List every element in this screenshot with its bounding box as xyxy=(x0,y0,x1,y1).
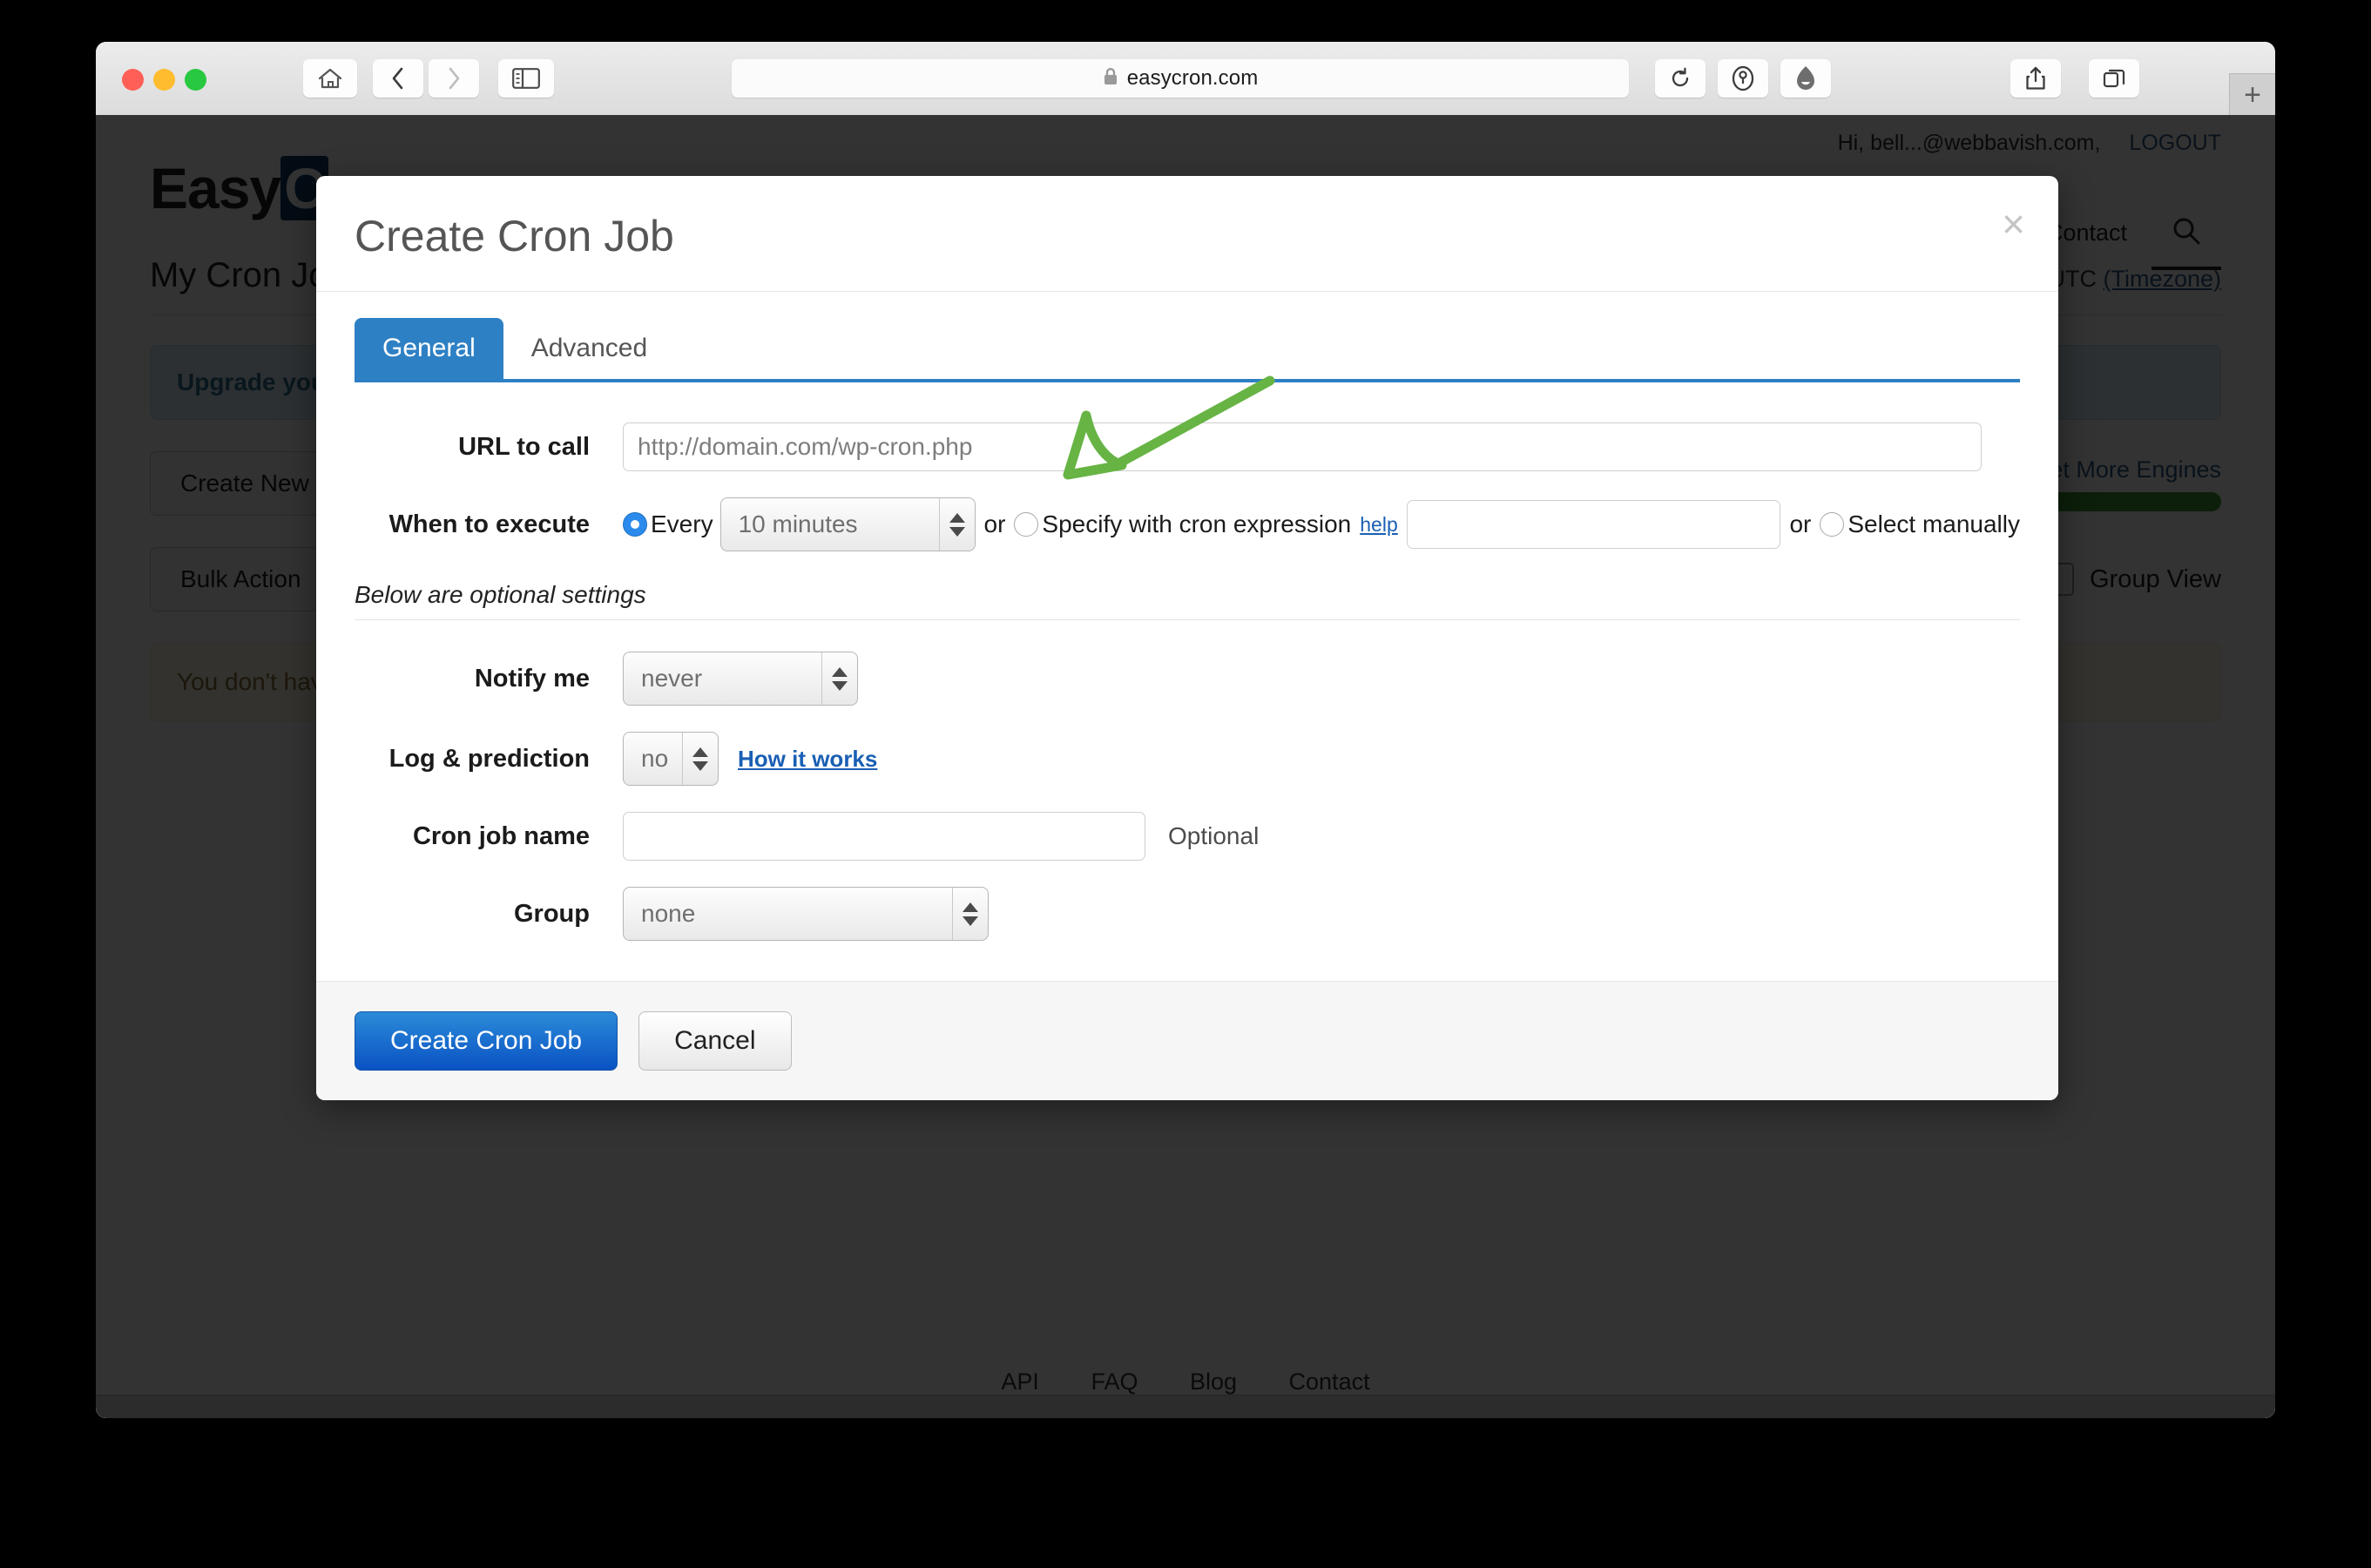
group-select[interactable]: none xyxy=(623,887,989,941)
optional-settings-note: Below are optional settings xyxy=(355,581,646,608)
cron-expression-label: Specify with cron expression xyxy=(1042,510,1352,537)
modal-body: General Advanced URL to call http://doma… xyxy=(316,292,2058,981)
address-text: easycron.com xyxy=(1126,66,1259,90)
home-icon[interactable] xyxy=(303,59,357,98)
notify-value: never xyxy=(641,665,703,692)
group-label: Group xyxy=(514,899,590,928)
when-to-execute-row: When to execute Every 10 minutes or Spec… xyxy=(355,497,2020,551)
page-viewport: Hi, bell...@webbavish.com, LOGOUT EasyCr… xyxy=(96,115,2275,1418)
url-row: URL to call http://domain.com/wp-cron.ph… xyxy=(355,422,2020,471)
new-tab-button[interactable]: + xyxy=(2229,73,2275,116)
select-manually-label: Select manually xyxy=(1847,510,2020,537)
password-key-icon[interactable] xyxy=(1718,59,1768,98)
minimize-window-button[interactable] xyxy=(153,69,175,91)
notify-select[interactable]: never xyxy=(623,652,858,706)
when-to-execute-label: When to execute xyxy=(388,510,590,538)
radio-every[interactable] xyxy=(623,512,647,537)
log-prediction-stepper[interactable] xyxy=(682,733,718,785)
tab-overview-icon[interactable] xyxy=(2089,59,2139,98)
forward-chevron-icon[interactable] xyxy=(429,59,479,98)
every-interval-stepper[interactable] xyxy=(938,498,975,551)
notify-stepper[interactable] xyxy=(821,652,857,705)
radio-cron-expression[interactable] xyxy=(1014,512,1039,537)
extension-icon[interactable] xyxy=(1780,59,1831,98)
log-prediction-value: no xyxy=(641,745,669,772)
chevron-down-icon xyxy=(692,760,708,771)
close-window-button[interactable] xyxy=(122,69,144,91)
modal-header: Create Cron Job × xyxy=(316,176,2058,292)
modal-footer: Create Cron Job Cancel xyxy=(316,981,2058,1100)
every-interval-select[interactable]: 10 minutes xyxy=(719,497,976,551)
cron-expression-input[interactable] xyxy=(1406,500,1781,549)
log-prediction-select[interactable]: no xyxy=(623,732,719,786)
browser-window: easycron.com + Create Cron Job × General… xyxy=(96,42,2275,1418)
cron-job-name-label: Cron job name xyxy=(412,821,590,850)
cron-help-link[interactable]: help xyxy=(1360,513,1397,537)
modal-title: Create Cron Job xyxy=(355,212,674,260)
group-row: Group none xyxy=(355,887,2020,941)
notify-row: Notify me never xyxy=(355,652,2020,706)
chevron-up-icon xyxy=(832,666,848,677)
close-icon[interactable]: × xyxy=(2002,204,2025,244)
chevron-down-icon xyxy=(832,680,848,691)
or-separator-1: or xyxy=(983,510,1006,537)
tab-advanced[interactable]: Advanced xyxy=(503,318,675,379)
cron-job-name-row: Cron job name Optional xyxy=(355,812,2020,861)
group-stepper[interactable] xyxy=(952,888,988,940)
share-icon[interactable] xyxy=(2010,59,2061,98)
chevron-up-icon xyxy=(692,747,708,757)
every-label: Every xyxy=(651,510,713,537)
radio-select-manually[interactable] xyxy=(1820,512,1845,537)
log-prediction-label: Log & prediction xyxy=(388,744,590,773)
maximize-window-button[interactable] xyxy=(185,69,206,91)
cron-job-name-input[interactable] xyxy=(623,812,1145,861)
url-input[interactable]: http://domain.com/wp-cron.php xyxy=(623,422,1982,471)
chevron-down-icon xyxy=(963,916,978,926)
optional-divider xyxy=(355,619,2020,620)
chevron-up-icon xyxy=(949,512,965,523)
reload-icon[interactable] xyxy=(1655,59,1706,98)
notify-label: Notify me xyxy=(474,664,590,693)
chevron-down-icon xyxy=(949,526,965,537)
address-bar[interactable]: easycron.com xyxy=(732,59,1629,98)
sidebar-icon[interactable] xyxy=(498,59,554,98)
group-value: none xyxy=(641,900,696,927)
cron-job-name-hint: Optional xyxy=(1168,822,1260,849)
every-interval-value: 10 minutes xyxy=(738,510,858,537)
tab-general[interactable]: General xyxy=(355,318,503,379)
cancel-button[interactable]: Cancel xyxy=(638,1011,792,1071)
lock-icon xyxy=(1103,67,1118,91)
modal-tabs: General Advanced xyxy=(355,318,2020,382)
log-prediction-row: Log & prediction no How it works xyxy=(355,732,2020,786)
how-it-works-link[interactable]: How it works xyxy=(738,746,877,773)
or-separator-2: or xyxy=(1789,510,1812,537)
chevron-up-icon xyxy=(963,902,978,912)
url-label: URL to call xyxy=(458,432,590,461)
create-cron-job-modal: Create Cron Job × General Advanced URL t… xyxy=(316,176,2058,1100)
browser-titlebar: easycron.com + xyxy=(96,42,2275,116)
back-chevron-icon[interactable] xyxy=(373,59,423,98)
create-cron-job-button[interactable]: Create Cron Job xyxy=(355,1011,618,1071)
